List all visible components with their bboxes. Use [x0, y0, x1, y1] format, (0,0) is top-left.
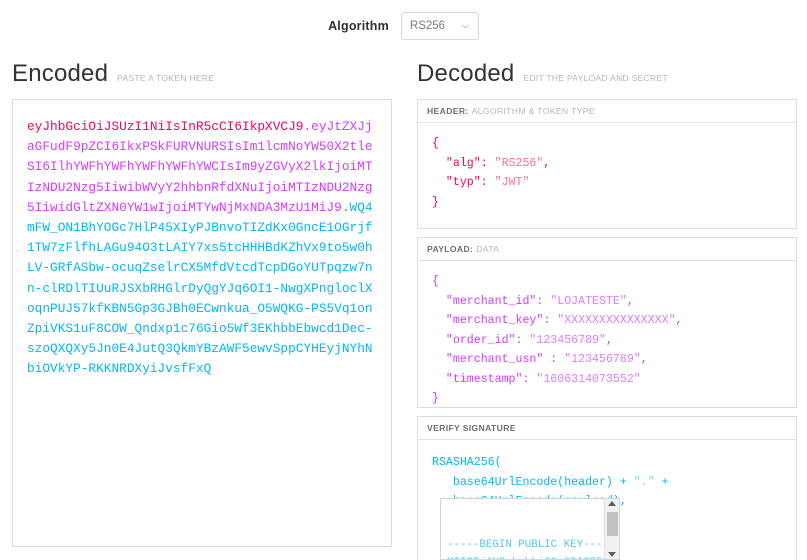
public-key-textarea[interactable]: -----BEGIN PUBLIC KEY----- MIIBIjANBgkqh…: [440, 498, 620, 560]
payload-key-0: "merchant_id": [446, 295, 536, 308]
encoded-token-text: eyJhbGciOiJSUzI1NiIsInR5cCI6IkpXVCJ9.eyJ…: [27, 117, 377, 380]
payload-sep-4: :: [522, 373, 536, 386]
decoded-panels: HEADER: ALGORITHM & TOKEN TYPE { "alg": …: [417, 99, 797, 560]
header-value-0: "RS256": [495, 157, 544, 170]
payload-sep-2: :: [516, 334, 530, 347]
public-key-scrollbar[interactable]: [604, 499, 619, 559]
header-value-1: "JWT": [495, 176, 530, 189]
payload-value-1: "XXXXXXXXXXXXXXX": [557, 314, 675, 327]
payload-value-0: "LOJATESTE": [550, 295, 627, 308]
algorithm-select[interactable]: RS256: [401, 12, 479, 40]
algorithm-selected-value: RS256: [410, 20, 445, 32]
header-comma-0: ,: [543, 157, 550, 170]
verify-line-2c: +: [655, 476, 669, 489]
payload-panel-label: PAYLOAD: DATA: [418, 238, 796, 261]
header-panel-label: HEADER: ALGORITHM & TOKEN TYPE: [418, 100, 796, 123]
token-signature-segment: WQ4mFW_ON1BhYOGc7HlP45XIyPJBnvoTIZdKx0Gn…: [27, 200, 373, 377]
decoded-title: Decoded: [417, 60, 514, 88]
payload-value-4: "1606314073552": [536, 373, 640, 386]
payload-json-editor[interactable]: { "merchant_id": "LOJATESTE", "merchant_…: [418, 261, 796, 407]
header-json-editor[interactable]: { "alg": "RS256", "typ": "JWT" }: [418, 123, 796, 228]
encoded-subtitle: PASTE A TOKEN HERE: [117, 73, 214, 83]
payload-sep-0: :: [536, 295, 550, 308]
header-panel-label-rest: ALGORITHM & TOKEN TYPE: [472, 106, 595, 116]
payload-key-2: "order_id": [446, 334, 516, 347]
debugger-columns: Encoded PASTE A TOKEN HERE eyJhbGciOiJSU…: [0, 52, 807, 560]
header-open-brace: {: [432, 137, 439, 150]
encoded-token-input[interactable]: eyJhbGciOiJSUzI1NiIsInR5cCI6IkpXVCJ9.eyJ…: [12, 99, 392, 547]
payload-comma-3: ,: [641, 353, 648, 366]
payload-key-1: "merchant_key": [446, 314, 543, 327]
encoded-title: Encoded: [12, 60, 108, 88]
verify-panel-label: VERIFY SIGNATURE: [418, 417, 796, 440]
public-key-content: -----BEGIN PUBLIC KEY----- MIIBIjANBgkqh…: [441, 534, 619, 560]
header-key-0: "alg": [446, 157, 481, 170]
encoded-section-header: Encoded PASTE A TOKEN HERE: [0, 60, 405, 88]
payload-panel: PAYLOAD: DATA { "merchant_id": "LOJATEST…: [417, 237, 797, 408]
scrollbar-thumb[interactable]: [607, 512, 618, 536]
token-dot-1: .: [303, 119, 311, 134]
payload-panel-label-strong: PAYLOAD:: [427, 244, 473, 254]
triangle-up-icon[interactable]: [608, 501, 616, 506]
verify-line-2b: ".": [634, 476, 655, 489]
verify-signature-panel: VERIFY SIGNATURE RSASHA256( base64UrlEnc…: [417, 416, 797, 560]
public-key-line-1: MIIBIjANBgkqhkiG9w0BAQEFAAO: [447, 557, 620, 560]
token-header-segment: eyJhbGciOiJSUzI1NiIsInR5cCI6IkpXVCJ9: [27, 119, 303, 134]
payload-close-brace: }: [432, 392, 439, 405]
payload-open-brace: {: [432, 275, 439, 288]
verify-line-1: RSASHA256(: [432, 456, 502, 469]
payload-comma-1: ,: [676, 314, 683, 327]
decoded-column: Decoded EDIT THE PAYLOAD AND SECRET HEAD…: [405, 52, 807, 560]
token-dot-2: .: [342, 200, 350, 215]
triangle-down-icon[interactable]: [608, 552, 616, 557]
payload-sep-3: :: [543, 353, 564, 366]
verify-line-2a: base64UrlEncode(header) +: [453, 476, 634, 489]
decoded-section-header: Decoded EDIT THE PAYLOAD AND SECRET: [405, 60, 807, 88]
decoded-subtitle: EDIT THE PAYLOAD AND SECRET: [523, 73, 667, 83]
header-sep-0: :: [481, 157, 495, 170]
header-key-1: "typ": [446, 176, 481, 189]
verify-panel-label-strong: VERIFY SIGNATURE: [427, 423, 516, 433]
header-panel: HEADER: ALGORITHM & TOKEN TYPE { "alg": …: [417, 99, 797, 229]
chevron-down-icon: [461, 22, 470, 31]
header-sep-1: :: [481, 176, 495, 189]
algorithm-bar: Algorithm RS256: [0, 0, 807, 52]
payload-comma-0: ,: [627, 295, 634, 308]
payload-panel-label-rest: DATA: [476, 244, 499, 254]
encoded-column: Encoded PASTE A TOKEN HERE eyJhbGciOiJSU…: [0, 52, 405, 560]
algorithm-label: Algorithm: [328, 19, 389, 33]
header-close-brace: }: [432, 196, 439, 209]
public-key-line-0: -----BEGIN PUBLIC KEY-----: [447, 539, 615, 551]
verify-signature-body: RSASHA256( base64UrlEncode(header) + "."…: [418, 440, 796, 560]
payload-value-3: "123456789": [564, 353, 641, 366]
payload-key-4: "timestamp": [446, 373, 523, 386]
payload-value-2: "123456789": [529, 334, 606, 347]
payload-comma-2: ,: [606, 334, 613, 347]
payload-sep-1: :: [543, 314, 557, 327]
payload-key-3: "merchant_usn": [446, 353, 543, 366]
header-panel-label-strong: HEADER:: [427, 106, 469, 116]
